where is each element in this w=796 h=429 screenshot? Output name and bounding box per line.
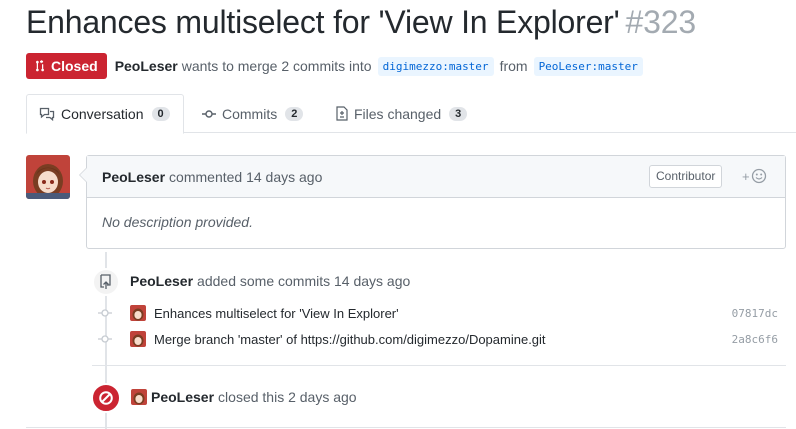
comment-body: No description provided. — [102, 214, 253, 230]
merge-text: wants to merge 2 commits into — [181, 58, 372, 74]
comment-header: PeoLeser commented 14 days ago Contribut… — [87, 156, 785, 198]
commit-message-link[interactable]: Enhances multiselect for 'View In Explor… — [154, 306, 399, 321]
commits-event-text: PeoLeser added some commits 14 days ago — [130, 273, 410, 289]
pull-request-closed-icon — [36, 59, 44, 72]
commit-sha-link[interactable]: 2a8c6f6 — [732, 333, 778, 346]
closed-author-avatar[interactable] — [131, 389, 147, 405]
pr-meta: Closed PeoLeser wants to merge 2 commits… — [26, 53, 649, 79]
tab-files-changed-label: Files changed — [354, 105, 442, 122]
bottom-divider — [26, 427, 786, 428]
closed-event-badge — [91, 383, 121, 413]
pr-title-text: Enhances multiselect for 'View In Explor… — [26, 4, 620, 40]
status-label: Closed — [51, 58, 98, 74]
git-commit-icon — [202, 109, 216, 118]
add-reaction-button[interactable]: + — [742, 168, 767, 184]
commits-event-action: added some commits 14 days ago — [197, 273, 411, 289]
tab-conversation[interactable]: Conversation 0 — [26, 94, 184, 134]
closed-event-author[interactable]: PeoLeser — [151, 389, 214, 405]
status-badge: Closed — [26, 53, 107, 79]
commit-author-avatar[interactable] — [130, 331, 146, 347]
tab-files-changed[interactable]: Files changed 3 — [336, 94, 468, 133]
comment-timestamp[interactable]: commented 14 days ago — [169, 169, 322, 185]
contributor-label: Contributor — [649, 165, 723, 188]
plus-icon: + — [742, 168, 750, 184]
smiley-icon — [751, 168, 766, 184]
from-text: from — [499, 58, 528, 74]
tab-conversation-label: Conversation — [61, 106, 144, 122]
commits-event-badge — [92, 268, 120, 296]
tab-conversation-count: 0 — [151, 107, 170, 121]
pr-title: Enhances multiselect for 'View In Explor… — [26, 4, 696, 41]
comment-discussion-icon — [39, 107, 55, 121]
pr-author-link[interactable]: PeoLeser — [115, 58, 178, 74]
file-diff-icon — [336, 106, 348, 121]
pr-tabs: Conversation 0 Commits 2 Files changed 3 — [26, 94, 796, 134]
comment-box: PeoLeser commented 14 days ago Contribut… — [79, 155, 786, 249]
pr-number: #323 — [625, 4, 697, 40]
tab-commits-count: 2 — [285, 106, 304, 121]
circle-slash-icon — [99, 391, 113, 405]
comment-author-link[interactable]: PeoLeser — [102, 169, 165, 185]
commit-sha-link[interactable]: 07817dc — [732, 307, 778, 320]
commit-row: Merge branch 'master' of https://github.… — [98, 329, 788, 349]
base-branch[interactable]: digimezzo:master — [377, 56, 494, 76]
closed-event-text: PeoLeser closed this 2 days ago — [131, 389, 357, 405]
avatar[interactable] — [26, 155, 70, 199]
avatar-image — [26, 155, 70, 199]
repo-push-icon — [100, 274, 111, 289]
commit-row: Enhances multiselect for 'View In Explor… — [98, 303, 788, 323]
commits-event-author[interactable]: PeoLeser — [130, 273, 193, 289]
closed-event-action: closed this 2 days ago — [218, 389, 357, 405]
tab-commits[interactable]: Commits 2 — [202, 94, 304, 133]
commit-message-link[interactable]: Merge branch 'master' of https://github.… — [154, 332, 546, 347]
head-branch[interactable]: PeoLeser:master — [533, 56, 643, 76]
tab-files-changed-count: 3 — [449, 106, 468, 121]
git-commit-icon — [98, 309, 112, 317]
git-commit-icon — [98, 335, 112, 343]
tab-commits-label: Commits — [222, 105, 278, 122]
commit-author-avatar[interactable] — [130, 305, 146, 321]
timeline-divider — [92, 365, 786, 366]
